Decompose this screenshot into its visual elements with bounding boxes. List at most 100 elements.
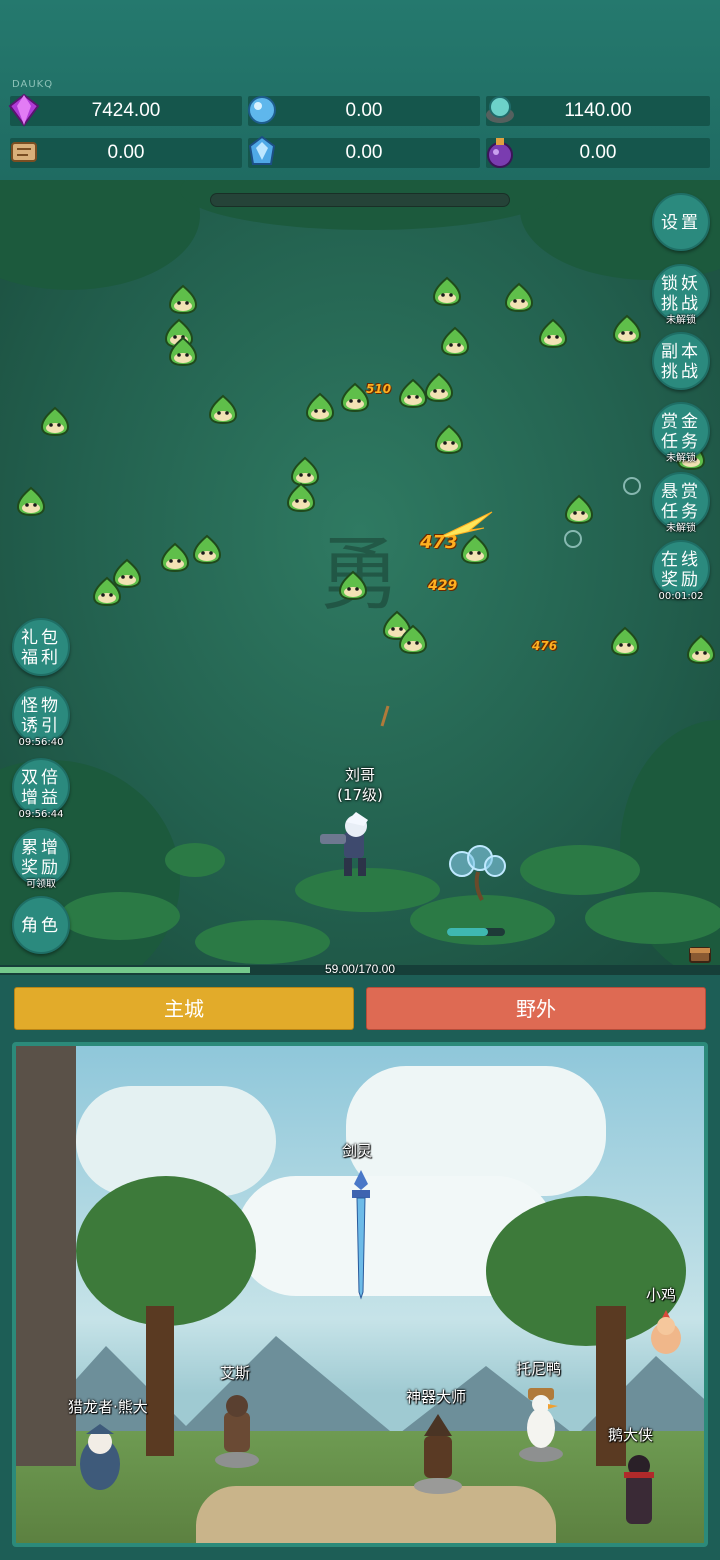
- slime-monster: [208, 394, 238, 424]
- bubble-icon: [564, 530, 582, 548]
- slime-monster: [398, 624, 428, 654]
- slime-monster: [434, 424, 464, 454]
- online-reward-button[interactable]: 在线 奖励 00:01:02: [652, 540, 710, 602]
- goose-hero-npc[interactable]: [616, 1450, 662, 1534]
- bounty-gold-label: 赏金 任务: [661, 412, 701, 452]
- slime-monster: [564, 494, 594, 524]
- slime-monster: [424, 372, 454, 402]
- watermark-glyph: 勇: [320, 528, 400, 621]
- resource-orb: 1140.00: [486, 96, 710, 126]
- npc-label: 鹅大侠: [608, 1426, 654, 1444]
- arrow-projectile-icon: [380, 705, 390, 727]
- player-level: (17级): [337, 786, 383, 804]
- character-button[interactable]: 角色: [12, 896, 70, 954]
- resource-crystal: 0.00: [248, 96, 480, 126]
- resource-value: 0.00: [345, 100, 383, 121]
- server-tag: DAUKQ: [12, 79, 54, 90]
- player-character[interactable]: [316, 812, 386, 882]
- slime-monster: [612, 314, 642, 344]
- lock-demon-label: 锁妖 挑战: [661, 274, 701, 314]
- sword-spirit-npc[interactable]: [346, 1170, 376, 1300]
- pet-cooldown-bar: [447, 928, 505, 936]
- bush: [195, 920, 330, 964]
- damage-number: 429: [428, 578, 458, 594]
- bubble-icon: [623, 477, 641, 495]
- double-timer: 09:56:44: [18, 809, 64, 820]
- dungeon-label: 副本 挑战: [661, 342, 701, 382]
- npc-label: 猎龙者·熊大: [68, 1398, 148, 1416]
- cumulative-label: 累增 奖励: [21, 838, 61, 878]
- slash-effect-icon: [440, 511, 493, 538]
- resource-bar: DAUKQ 7424.00 0.00 1140.00 0.00 0.00 0.0…: [0, 0, 720, 180]
- resource-gem: 7424.00: [8, 93, 242, 127]
- lure-label: 怪物 诱引: [21, 696, 61, 736]
- battle-field[interactable]: 勇 510 473 429 476 刘哥 (17级) 设置 锁妖 挑战 未解锁 …: [0, 180, 720, 965]
- exp-bar: 59.00/170.00: [0, 962, 720, 976]
- resource-value: 0.00: [579, 142, 617, 163]
- locked-status: 未解锁: [666, 453, 696, 464]
- bush: [60, 892, 180, 940]
- monster-lure-button[interactable]: 怪物 诱引 09:56:40: [12, 686, 70, 748]
- bounty-gold-button[interactable]: 赏金 任务 未解锁: [652, 402, 710, 464]
- tree-canopy: [76, 1176, 256, 1326]
- tree-canopy: [0, 180, 200, 290]
- resource-potion: 0.00: [486, 138, 710, 168]
- bounty-task-button[interactable]: 悬赏 任务 未解锁: [652, 472, 710, 534]
- chest-icon[interactable]: [688, 942, 712, 964]
- slime-monster: [305, 392, 335, 422]
- damage-number: 510: [366, 382, 392, 396]
- slime-monster: [192, 534, 222, 564]
- double-label: 双倍 增益: [21, 768, 61, 808]
- exp-text: 59.00/170.00: [324, 962, 396, 976]
- slime-monster: [168, 284, 198, 314]
- slime-monster: [286, 482, 316, 512]
- character-label: 角色: [21, 916, 61, 936]
- slime-monster: [686, 634, 716, 664]
- lock-demon-challenge-button[interactable]: 锁妖 挑战 未解锁: [652, 264, 710, 326]
- bush: [520, 845, 640, 895]
- double-buff-button[interactable]: 双倍 增益 09:56:44: [12, 758, 70, 820]
- dragon-hunter-npc[interactable]: [72, 1424, 128, 1494]
- chick-npc[interactable]: [646, 1308, 686, 1358]
- tree-trunk: [146, 1306, 174, 1456]
- slime-monster: [610, 626, 640, 656]
- slime-monster: [504, 282, 534, 312]
- online-timer: 00:01:02: [658, 591, 704, 602]
- damage-number: 476: [532, 639, 558, 653]
- resource-value: 7424.00: [91, 100, 161, 121]
- bush: [410, 895, 555, 945]
- locked-status: 未解锁: [666, 315, 696, 326]
- gift-label: 礼包 福利: [21, 628, 61, 668]
- player-name: 刘哥: [344, 766, 375, 784]
- wild-tab[interactable]: 野外: [366, 987, 706, 1030]
- locked-status: 未解锁: [666, 523, 696, 534]
- resource-scroll: 0.00: [10, 138, 242, 168]
- slime-monster: [40, 406, 70, 436]
- slime-monster: [160, 542, 190, 572]
- resource-ice: 0.00: [248, 135, 480, 168]
- slime-monster: [460, 534, 490, 564]
- bush: [165, 843, 225, 877]
- resource-value: 0.00: [107, 142, 145, 163]
- gift-welfare-button[interactable]: 礼包 福利: [12, 618, 70, 676]
- ace-npc[interactable]: [212, 1390, 262, 1470]
- artifact-master-npc[interactable]: [412, 1412, 464, 1496]
- player-nameplate: 刘哥 (17级): [330, 765, 390, 805]
- bush: [585, 892, 720, 944]
- settings-button[interactable]: 设置: [652, 193, 710, 251]
- bubble-pet-icon: [449, 845, 506, 901]
- slime-monster: [338, 570, 368, 600]
- slime-monster: [432, 276, 462, 306]
- wave-progress-bar: [210, 193, 510, 207]
- slime-monster: [440, 326, 470, 356]
- npc-label: 小鸡: [646, 1286, 677, 1304]
- main-city-tab[interactable]: 主城: [14, 987, 354, 1030]
- slime-monster: [538, 318, 568, 348]
- npc-label: 神器大师: [406, 1388, 467, 1406]
- tony-duck-npc[interactable]: [516, 1384, 566, 1464]
- cumulative-reward-button[interactable]: 累增 奖励 可领取: [12, 828, 70, 890]
- npc-label: 艾斯: [220, 1364, 251, 1382]
- house-wall: [16, 1046, 76, 1466]
- town-scene: 剑灵 小鸡 艾斯 托尼鸭 猎龙者·熊大 神器大师 鹅大侠: [12, 1042, 708, 1547]
- dungeon-challenge-button[interactable]: 副本 挑战: [652, 332, 710, 390]
